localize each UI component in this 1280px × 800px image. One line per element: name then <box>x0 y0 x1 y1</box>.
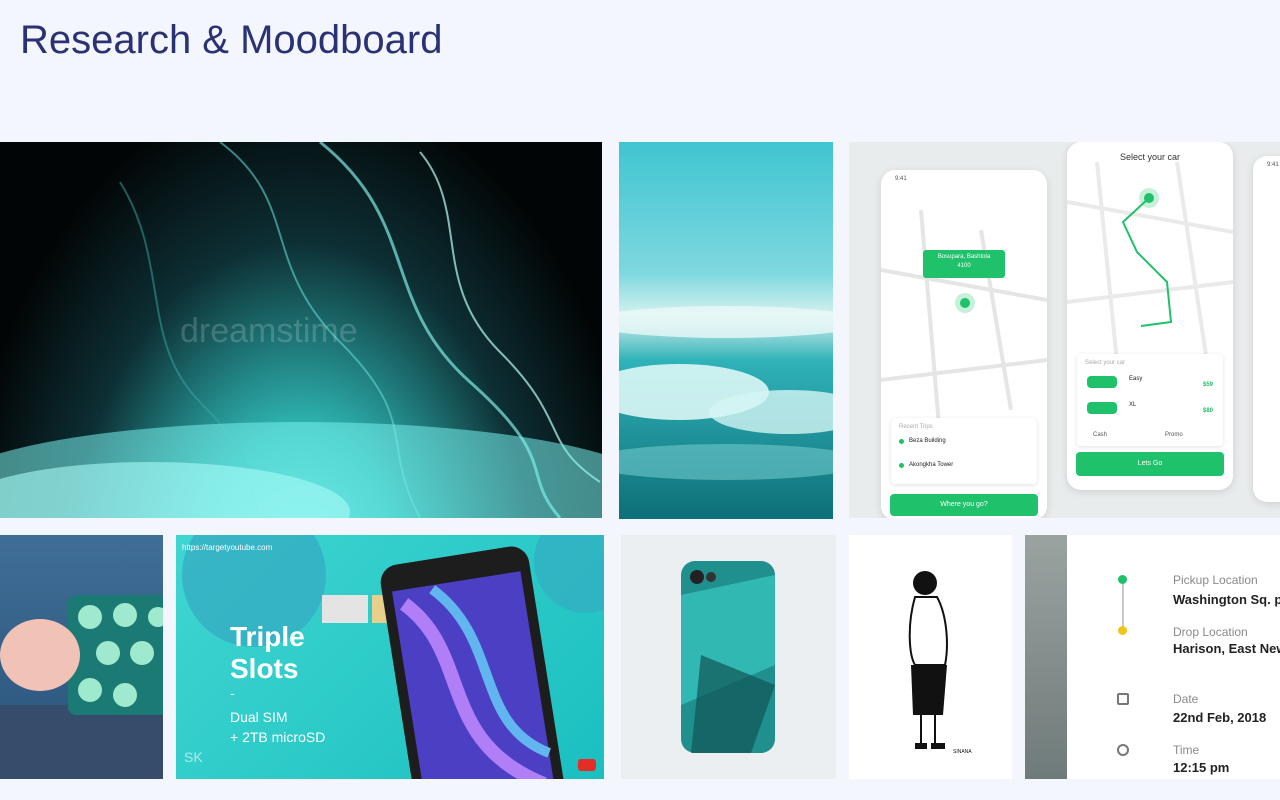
promo-select[interactable]: Promo <box>1165 432 1183 438</box>
trip-background <box>1025 535 1067 779</box>
status-time: 9:41 <box>895 176 907 182</box>
promo-subtitle: Dual SIM + 2TB microSD <box>230 707 325 747</box>
recent-trips-label: Recent Trips <box>899 424 933 430</box>
moodboard-image-trip-card[interactable]: Pickup Location Washington Sq. p Drop Lo… <box>1025 535 1280 779</box>
wave-illustration <box>619 306 833 480</box>
moodboard-image-wave[interactable] <box>619 142 833 519</box>
car-1-name: Easy <box>1129 376 1143 382</box>
car-1-price: $59 <box>1203 382 1214 388</box>
moodboard-image-ride-app[interactable]: 9:41 Bosupara, Bashtola 4100 Recent Trip… <box>849 142 1280 518</box>
moodboard-image-phone-case[interactable] <box>621 535 836 779</box>
lets-go-button[interactable]: Lets Go <box>1076 452 1224 476</box>
promo-subtitle-line1: Dual SIM <box>230 709 288 725</box>
drop-label: Drop Location <box>1173 625 1248 639</box>
car-2-name: XL <box>1129 402 1137 408</box>
recent-trips-card: Recent Trips Beza Building Akongkha Towe… <box>891 418 1037 484</box>
trip-item-2: Akongkha Tower <box>909 462 954 468</box>
promo-logo: SK <box>184 749 203 765</box>
watermark-text: dreamstime <box>180 312 358 350</box>
trip-dot-icon <box>899 439 904 444</box>
clock-icon <box>1117 744 1129 756</box>
calendar-icon <box>1117 693 1129 705</box>
map-graphic <box>881 210 1047 450</box>
route-line <box>1122 579 1124 631</box>
select-car-label: Select your car <box>1085 360 1126 366</box>
car-select-card: Select your car Easy $59 XL $80 Cash Pro… <box>1077 354 1223 446</box>
youtube-icon <box>578 759 596 771</box>
drop-value: Harison, East New <box>1173 641 1280 656</box>
time-label: Time <box>1173 743 1200 757</box>
pin-label-line2: 4100 <box>957 263 971 269</box>
status-time: 9:41 <box>1267 162 1279 168</box>
sketch-signature: SINANA <box>953 749 972 755</box>
promo-dash: - <box>230 685 235 701</box>
pickup-label: Pickup Location <box>1173 573 1258 587</box>
promo-url: https://targetyoutube.com <box>182 543 273 552</box>
promo-title-line1: Triple <box>230 621 305 652</box>
pin-label-line1: Bosupara, Bashtola <box>937 254 991 260</box>
promo-subtitle-line2: + 2TB microSD <box>230 729 326 745</box>
sketch-illustration: SINANA <box>908 571 972 755</box>
date-value: 22nd Feb, 2018 <box>1173 710 1267 725</box>
date-label: Date <box>1173 692 1199 706</box>
smoke-illustration: dreamstime <box>0 142 602 518</box>
pin-label: Bosupara, Bashtola 4100 <box>923 250 1005 278</box>
payment-select[interactable]: Cash <box>1093 432 1107 438</box>
phone-screen-select-car: Select your car Select your car Easy $59… <box>1067 142 1233 490</box>
page-title: Research & Moodboard <box>20 18 443 62</box>
mug-illustration <box>0 595 163 779</box>
promo-title: Triple Slots <box>230 621 305 685</box>
pickup-value: Washington Sq. p <box>1173 592 1280 607</box>
phone-screen-cropped: 9:41 <box>1253 156 1280 502</box>
trip-item-1: Beza Building <box>909 438 946 444</box>
time-value: 12:15 pm <box>1173 760 1230 775</box>
car-2-price: $80 <box>1203 408 1214 414</box>
route-map-graphic <box>1067 162 1233 362</box>
where-you-go-button[interactable]: Where you go? <box>890 494 1038 516</box>
phone-case-illustration <box>681 561 775 753</box>
select-car-title: Select your car <box>1119 152 1181 162</box>
pickup-dot-icon <box>1118 575 1127 584</box>
moodboard-image-mug[interactable] <box>0 535 163 779</box>
moodboard-image-sketch[interactable]: SINANA <box>849 535 1012 779</box>
moodboard-image-phone-promo[interactable]: https://targetyoutube.com Triple Slots -… <box>176 535 604 779</box>
drop-dot-icon <box>1118 626 1127 635</box>
car-icon <box>1087 376 1117 388</box>
trip-dot-icon <box>899 463 904 468</box>
moodboard-image-smoke[interactable]: dreamstime <box>0 142 602 518</box>
car-icon <box>1087 402 1117 414</box>
promo-title-line2: Slots <box>230 653 299 684</box>
phone-screen-map: 9:41 Bosupara, Bashtola 4100 Recent Trip… <box>881 170 1047 518</box>
